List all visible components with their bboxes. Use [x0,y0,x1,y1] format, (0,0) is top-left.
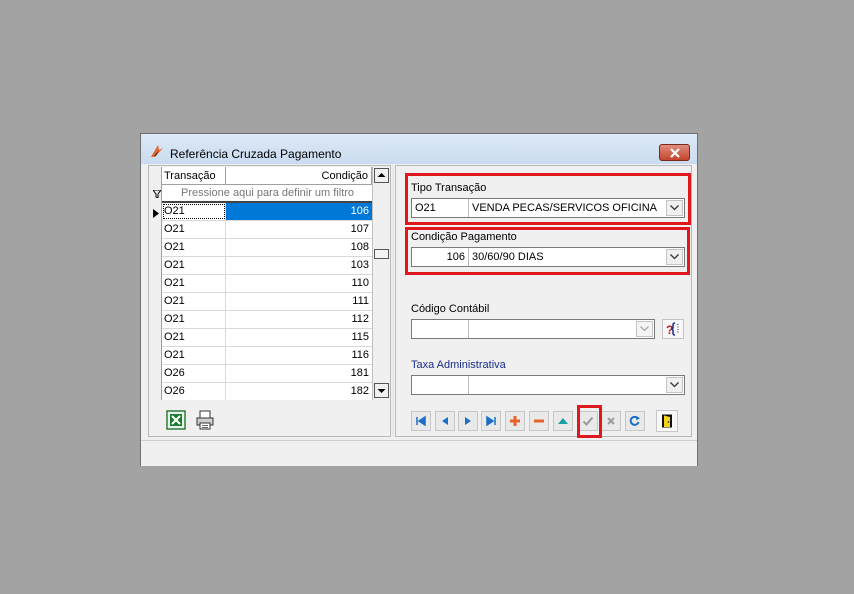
table-row[interactable]: O21 112 [162,311,372,329]
table-row[interactable]: O21 115 [162,329,372,347]
chevron-down-icon [670,382,679,388]
first-record-button[interactable] [411,411,431,431]
column-header-label: Transação [164,170,216,182]
refresh-icon [629,415,640,426]
lookup-icon: ? [666,322,679,337]
cell-condicao[interactable]: 108 [226,239,372,256]
cell-condicao[interactable]: 116 [226,347,372,364]
cell-transacao[interactable]: O21 [162,275,226,292]
cancel-x-icon [607,417,615,425]
cell-transacao[interactable]: O21 [162,203,226,220]
cell-transacao[interactable]: O21 [162,239,226,256]
prior-record-button[interactable] [435,411,455,431]
printer-icon [196,410,214,430]
last-record-icon [486,415,496,427]
minus-icon [534,419,544,423]
window-title: Referência Cruzada Pagamento [170,147,342,161]
arrow-up-icon [377,173,386,177]
last-record-button[interactable] [481,411,501,431]
column-header-label: Condição [321,170,368,182]
scroll-down-button[interactable] [374,383,389,398]
first-record-icon [416,415,426,427]
chevron-down-icon [640,326,649,332]
cell-condicao[interactable]: 115 [226,329,372,346]
table-row[interactable]: O21 106 [162,203,372,221]
codigo-contabil-code[interactable] [412,320,469,338]
table-row[interactable]: O21 116 [162,347,372,365]
cell-condicao[interactable]: 103 [226,257,372,274]
exit-door-icon [662,414,672,428]
table-row[interactable]: O21 108 [162,239,372,257]
export-excel-button[interactable] [165,409,187,431]
app-logo-icon [151,145,163,157]
main-window: Referência Cruzada Pagamento Transação C… [140,133,698,466]
triangle-up-icon [558,418,568,424]
filter-placeholder: Pressione aqui para definir um filtro [181,187,355,199]
table-row[interactable]: O21 103 [162,257,372,275]
table-row[interactable]: O21 110 [162,275,372,293]
row-indicator-column [150,167,162,400]
filter-row[interactable]: Pressione aqui para definir um filtro [162,185,372,203]
cancel-record-button[interactable] [601,411,621,431]
table-row[interactable]: O21 111 [162,293,372,311]
cell-transacao[interactable]: O26 [162,365,226,382]
cell-condicao[interactable]: 112 [226,311,372,328]
insert-record-button[interactable] [505,411,525,431]
cell-transacao[interactable]: O21 [162,221,226,238]
taxa-administrativa-combo[interactable] [411,375,685,395]
taxa-administrativa-label: Taxa Administrativa [411,359,506,371]
column-header-condicao[interactable]: Condição [226,167,372,185]
scroll-thumb[interactable] [374,249,389,259]
cell-transacao[interactable]: O21 [162,293,226,310]
exit-button[interactable] [656,410,678,432]
table-row[interactable]: O26 181 [162,365,372,383]
taxa-administrativa-code[interactable] [412,376,469,394]
edit-record-button[interactable] [553,411,573,431]
filter-icon[interactable] [153,190,161,198]
delete-record-button[interactable] [529,411,549,431]
cell-condicao[interactable]: 111 [226,293,372,310]
current-row-pointer-icon [153,209,159,218]
cell-condicao[interactable]: 181 [226,365,372,382]
cell-condicao[interactable]: 106 [226,203,372,220]
codigo-contabil-label: Código Contábil [411,303,490,315]
table-row[interactable]: O21 107 [162,221,372,239]
taxa-administrativa-dropdown-button[interactable] [666,377,683,393]
codigo-contabil-dropdown-button[interactable] [636,321,653,337]
print-button[interactable] [194,409,216,431]
cell-transacao[interactable]: O21 [162,329,226,346]
cell-transacao[interactable]: O21 [162,311,226,328]
grid-toolbar [149,400,390,436]
close-icon [670,148,680,158]
close-button[interactable] [659,144,690,161]
vertical-scrollbar[interactable] [372,167,389,400]
arrow-down-icon [377,389,386,393]
cell-condicao[interactable]: 182 [226,383,372,400]
refresh-button[interactable] [625,411,645,431]
codigo-contabil-combo[interactable] [411,319,655,339]
cell-condicao[interactable]: 110 [226,275,372,292]
lookup-button[interactable]: ? [662,319,684,339]
next-record-button[interactable] [458,411,478,431]
scroll-up-button[interactable] [374,168,389,183]
cell-condicao[interactable]: 107 [226,221,372,238]
data-grid[interactable]: Transação Condição Pressione aqui para d… [150,167,389,400]
highlight-tipo-transacao [405,173,691,225]
panel-divider[interactable] [392,165,394,437]
grid-panel: Transação Condição Pressione aqui para d… [148,165,391,437]
highlight-post-button [577,405,602,438]
cell-transacao[interactable]: O26 [162,383,226,400]
table-row[interactable]: O26 182 [162,383,372,400]
next-record-icon [465,417,471,425]
column-header-transacao[interactable]: Transação [162,167,226,185]
prior-record-icon [442,417,448,425]
highlight-condicao-pagamento [405,227,690,275]
plus-icon [510,416,520,426]
cell-transacao[interactable]: O21 [162,257,226,274]
title-bar[interactable]: Referência Cruzada Pagamento [141,134,697,164]
excel-export-icon [166,410,186,430]
status-bar [141,440,697,466]
cell-transacao[interactable]: O21 [162,347,226,364]
